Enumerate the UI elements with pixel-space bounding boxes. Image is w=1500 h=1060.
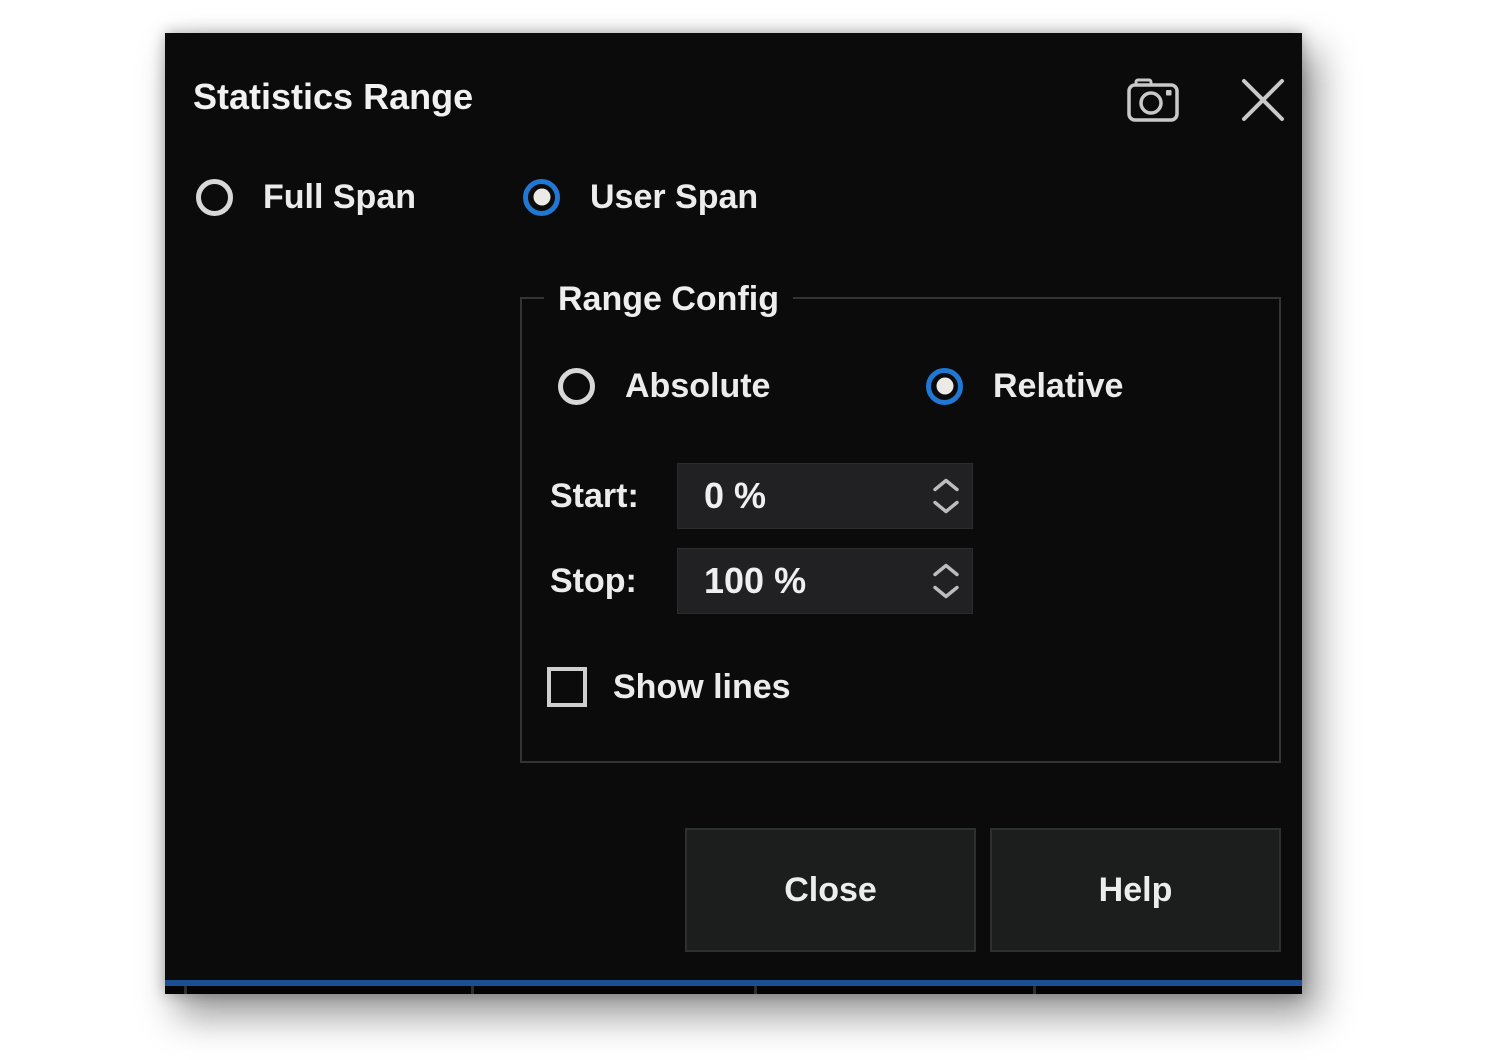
radio-icon: [558, 368, 595, 405]
spin-down-button[interactable]: [932, 585, 960, 600]
camera-icon: [1126, 77, 1180, 123]
radio-icon: [926, 368, 963, 405]
menu-segment-divider: [1033, 986, 1036, 994]
screenshot-button[interactable]: [1126, 77, 1180, 126]
radio-user-span[interactable]: User Span: [523, 176, 758, 218]
spin-up-button[interactable]: [932, 563, 960, 578]
radio-relative[interactable]: Relative: [926, 365, 1123, 407]
radio-label: Absolute: [625, 369, 770, 403]
dialog-titlebar: Statistics Range: [165, 33, 1302, 143]
mode-radio-row: Absolute Relative: [522, 365, 1279, 407]
start-label: Start:: [550, 477, 639, 516]
checkbox-icon: [547, 667, 587, 707]
radio-label: Full Span: [263, 180, 416, 214]
radio-icon: [196, 179, 233, 216]
spin-up-button[interactable]: [932, 478, 960, 493]
range-config-group: Range Config Absolute Relative Start: 0 …: [520, 297, 1281, 763]
chevron-down-icon: [932, 500, 960, 515]
menu-segment-divider: [184, 986, 187, 994]
checkbox-label: Show lines: [613, 670, 791, 704]
close-button[interactable]: [1240, 78, 1286, 125]
menu-segment-divider: [754, 986, 757, 994]
chevron-up-icon: [932, 563, 960, 578]
titlebar-icons: [1126, 77, 1286, 126]
close-icon: [1240, 78, 1286, 122]
statistics-range-dialog: Statistics Range Full Span: [165, 33, 1302, 994]
span-radio-row: Full Span User Span: [165, 176, 1302, 218]
stop-label: Stop:: [550, 562, 637, 601]
start-value: 0 %: [704, 464, 766, 528]
help-button[interactable]: Help: [990, 828, 1281, 952]
spin-down-button[interactable]: [932, 500, 960, 515]
start-spinbox[interactable]: 0 %: [677, 463, 973, 529]
dialog-title: Statistics Range: [193, 79, 473, 115]
stop-spinbox[interactable]: 100 %: [677, 548, 973, 614]
stop-value: 100 %: [704, 549, 806, 613]
radio-icon: [523, 179, 560, 216]
radio-absolute[interactable]: Absolute: [558, 365, 770, 407]
radio-full-span[interactable]: Full Span: [196, 176, 416, 218]
radio-label: Relative: [993, 369, 1123, 403]
chevron-down-icon: [932, 585, 960, 600]
close-dialog-button[interactable]: Close: [685, 828, 976, 952]
group-title: Range Config: [544, 277, 793, 321]
menu-segment-divider: [471, 986, 474, 994]
dialog-button-row: Close Help: [165, 828, 1302, 952]
stop-spin-arrows: [932, 563, 960, 600]
start-spin-arrows: [932, 478, 960, 515]
underlying-menu-strip: [165, 980, 1302, 994]
chevron-up-icon: [932, 478, 960, 493]
show-lines-checkbox[interactable]: Show lines: [547, 667, 791, 707]
radio-label: User Span: [590, 180, 758, 214]
menu-segments: [165, 986, 1302, 994]
